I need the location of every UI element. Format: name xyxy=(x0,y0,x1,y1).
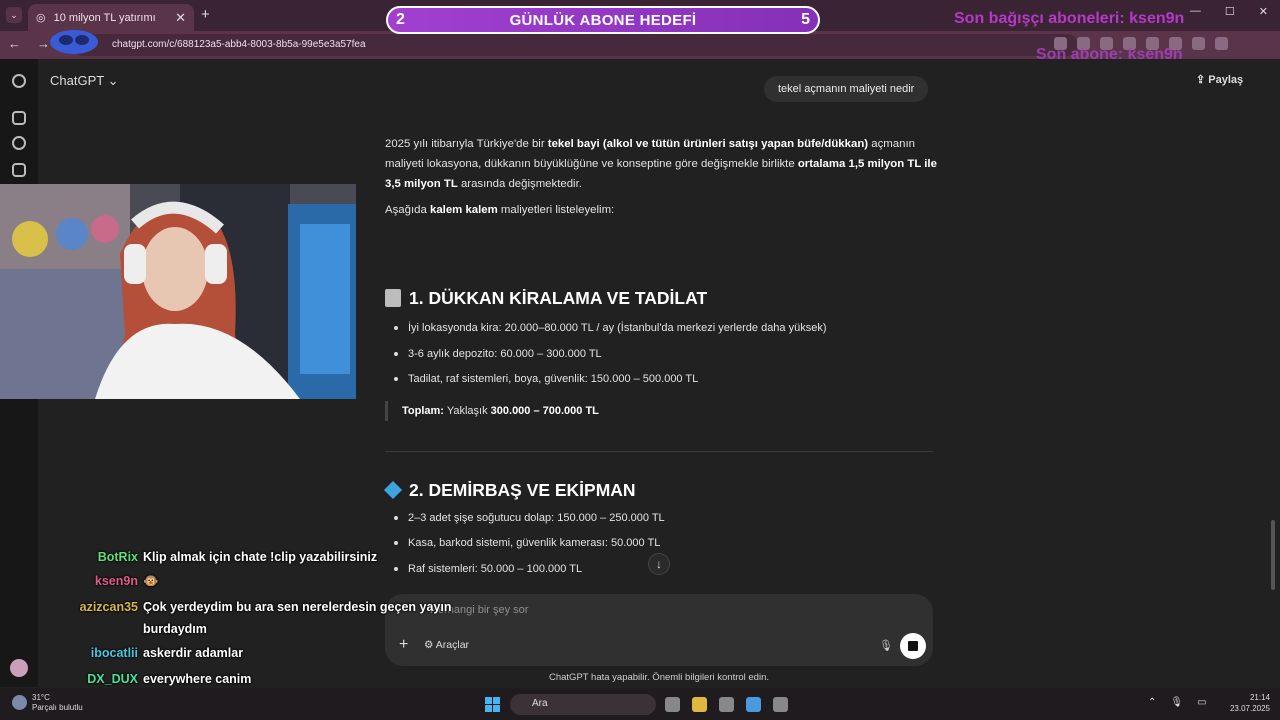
weather-widget[interactable]: 31°C Parçalı bulutlu xyxy=(12,693,83,713)
microphone-icon[interactable]: 🎙 xyxy=(879,639,893,652)
user-message: tekel açmanın maliyeti nedir xyxy=(764,76,929,102)
chatgpt-favicon-icon: ◎ xyxy=(36,12,46,24)
nav-buttons: ← → xyxy=(8,36,50,51)
chrome-icon[interactable] xyxy=(746,697,761,712)
profile-avatar[interactable] xyxy=(1192,37,1205,50)
cube-emoji-icon xyxy=(383,480,403,499)
section-heading: 1. DÜKKAN KİRALAMA VE TADİLAT xyxy=(385,288,937,308)
list-item: Tadilat, raf sistemleri, boya, güvenlik:… xyxy=(385,369,937,395)
chat-line: burdaydım xyxy=(0,618,460,640)
system-tray: ⌃ 🎙 ▭ xyxy=(1148,697,1207,708)
chevron-down-icon: ⌄ xyxy=(107,73,119,88)
chat-message: burdaydım xyxy=(143,622,207,636)
chat-line: ksen9n 🐵 xyxy=(0,570,460,592)
file-explorer-icon[interactable] xyxy=(692,697,707,712)
windows-start-icon[interactable] xyxy=(485,697,500,712)
openai-logo-icon[interactable] xyxy=(12,74,26,88)
minimize-icon[interactable]: — xyxy=(1190,5,1201,18)
chat-message: everywhere canim xyxy=(143,672,252,686)
new-chat-icon[interactable] xyxy=(12,111,26,125)
chat-user: ksen9n xyxy=(94,574,138,588)
share-button[interactable]: ⇪ Paylaş xyxy=(1196,73,1243,86)
total-quote: Toplam: Yaklaşık 300.000 – 700.000 TL xyxy=(385,400,937,421)
chat-user: azizcan35 xyxy=(79,600,138,614)
close-window-icon[interactable]: ✕ xyxy=(1259,5,1268,18)
tab-title: 10 milyon TL yatırımı xyxy=(53,11,156,24)
chat-user: ibocatlii xyxy=(90,646,138,660)
url-text: chatgpt.com/c/688123a5-abb4-8003-8b5a-99… xyxy=(112,39,366,50)
assistant-answer: 2025 yılı itibarıyla Türkiye'de bir teke… xyxy=(383,134,937,584)
goal-title: GÜNLÜK ABONE HEDEFİ xyxy=(509,12,697,29)
obs-icon[interactable] xyxy=(719,697,734,712)
chevron-up-icon[interactable]: ⌃ xyxy=(1148,697,1156,708)
network-icon[interactable]: ▭ xyxy=(1197,697,1206,708)
address-bar[interactable]: chatgpt.com/c/688123a5-abb4-8003-8b5a-99… xyxy=(72,34,1078,56)
stop-button[interactable] xyxy=(900,633,926,659)
last-donor-text: Son bağışçı aboneleri: ksen9n xyxy=(954,10,1185,27)
model-selector[interactable]: ChatGPT ⌄ xyxy=(50,73,118,89)
clock[interactable]: 21:14 23.07.2025 xyxy=(1222,692,1270,714)
time: 21:14 xyxy=(1249,693,1270,702)
window-controls: — ☐ ✕ xyxy=(1190,5,1268,18)
search-icon[interactable] xyxy=(12,136,26,150)
chat-line: azizcan35 Çok yerdeydim bu ara sen nerel… xyxy=(0,596,460,618)
list-item: İyi lokasyonda kira: 20.000–80.000 TL / … xyxy=(385,318,937,344)
list-item: 3-6 aylık depozito: 60.000 – 300.000 TL xyxy=(385,344,937,370)
maximize-icon[interactable]: ☐ xyxy=(1225,5,1235,18)
back-icon[interactable]: ← xyxy=(8,36,21,51)
answer-list-intro: Aşağıda kalem kalem maliyetleri listeley… xyxy=(385,204,615,216)
app-name: ChatGPT xyxy=(50,73,104,88)
taskbar-apps xyxy=(665,697,788,712)
new-tab-button[interactable]: + xyxy=(201,6,210,23)
taskbar-search[interactable]: Ara xyxy=(510,694,656,715)
chat-line: ibocatlii askerdir adamlar xyxy=(0,642,460,664)
stream-logo xyxy=(50,30,98,54)
chat-user: BotRix xyxy=(97,550,138,564)
webcam-feed xyxy=(0,184,356,399)
menu-icon[interactable] xyxy=(1215,37,1228,50)
chat-line: BotRix Klip almak için chate !clip yazab… xyxy=(0,546,460,568)
scroll-down-button[interactable]: ↓ xyxy=(648,553,670,575)
task-view-icon[interactable] xyxy=(665,697,680,712)
close-tab-icon[interactable]: ✕ xyxy=(175,10,186,26)
share-icon: ⇪ xyxy=(1196,74,1209,86)
goal-target: 5 xyxy=(801,11,810,28)
temperature: 31°C xyxy=(32,693,50,702)
weather-condition: Parçalı bulutlu xyxy=(32,703,83,712)
library-icon[interactable] xyxy=(12,163,26,177)
list-item: 2–3 adet şişe soğutucu dolap: 150.000 – … xyxy=(385,508,937,534)
app-icon[interactable] xyxy=(773,697,788,712)
microphone-tray-icon[interactable]: 🎙 xyxy=(1170,697,1183,708)
chat-message: Klip almak için chate !clip yazabilirsin… xyxy=(143,550,378,564)
section-heading: 2. DEMİRBAŞ VE EKİPMAN xyxy=(383,480,937,500)
chat-message: Çok yerdeydim bu ara sen nerelerdesin ge… xyxy=(143,600,452,614)
last-sub-text: Son abone: ksen9n xyxy=(1036,46,1183,63)
chat-line: DX_DUX everywhere canim xyxy=(0,668,460,690)
share-label: Paylaş xyxy=(1208,74,1244,86)
answer-intro: 2025 yılı itibarıyla Türkiye'de bir teke… xyxy=(385,138,937,190)
tab-list-button[interactable]: ⌄ xyxy=(6,7,22,23)
subscriber-goal-banner: 2 GÜNLÜK ABONE HEDEFİ 5 xyxy=(386,6,820,34)
chat-message: 🐵 xyxy=(143,574,159,588)
chat-user: DX_DUX xyxy=(87,672,138,686)
chat-message: askerdir adamlar xyxy=(143,646,244,660)
scrollbar-thumb[interactable] xyxy=(1271,520,1275,590)
scroll-emoji-icon xyxy=(385,289,401,307)
date: 23.07.2025 xyxy=(1229,704,1270,713)
